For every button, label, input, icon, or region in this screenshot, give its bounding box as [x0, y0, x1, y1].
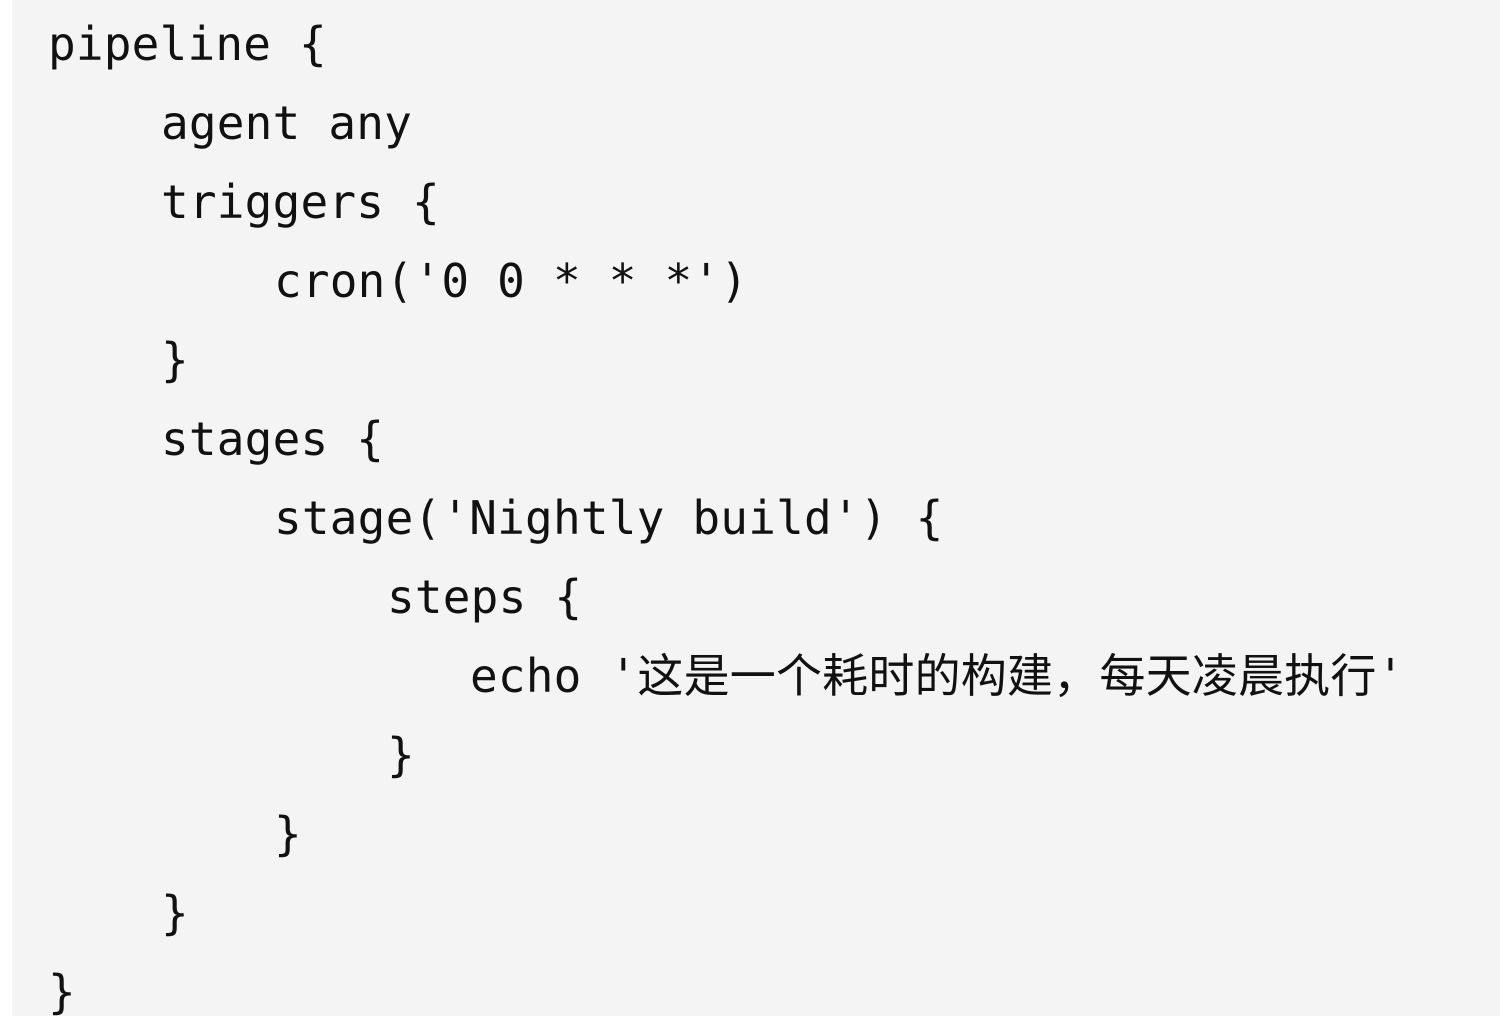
- code-line-triggers: triggers {: [161, 175, 440, 229]
- code-line-stage: stage('Nightly build') {: [274, 491, 944, 545]
- code-line-close-stage: }: [274, 807, 302, 861]
- code-line-pipeline: pipeline {: [48, 17, 327, 71]
- code-line-echo: echo '这是一个耗时的构建，每天凌晨执行': [470, 649, 1405, 703]
- code-line-stages: stages {: [161, 412, 385, 466]
- code-line-cron: cron('0 0 * * *'): [274, 254, 749, 308]
- code-line-close-stages: }: [161, 886, 189, 940]
- code-line-close-steps: }: [387, 728, 415, 782]
- code-block: pipeline { agent any triggers { cron('0 …: [12, 0, 1500, 1016]
- code-line-close-triggers: }: [161, 333, 189, 387]
- code-line-steps: steps {: [387, 570, 583, 624]
- code-line-agent: agent any: [161, 96, 413, 150]
- code-line-close-pipeline: }: [48, 965, 76, 1016]
